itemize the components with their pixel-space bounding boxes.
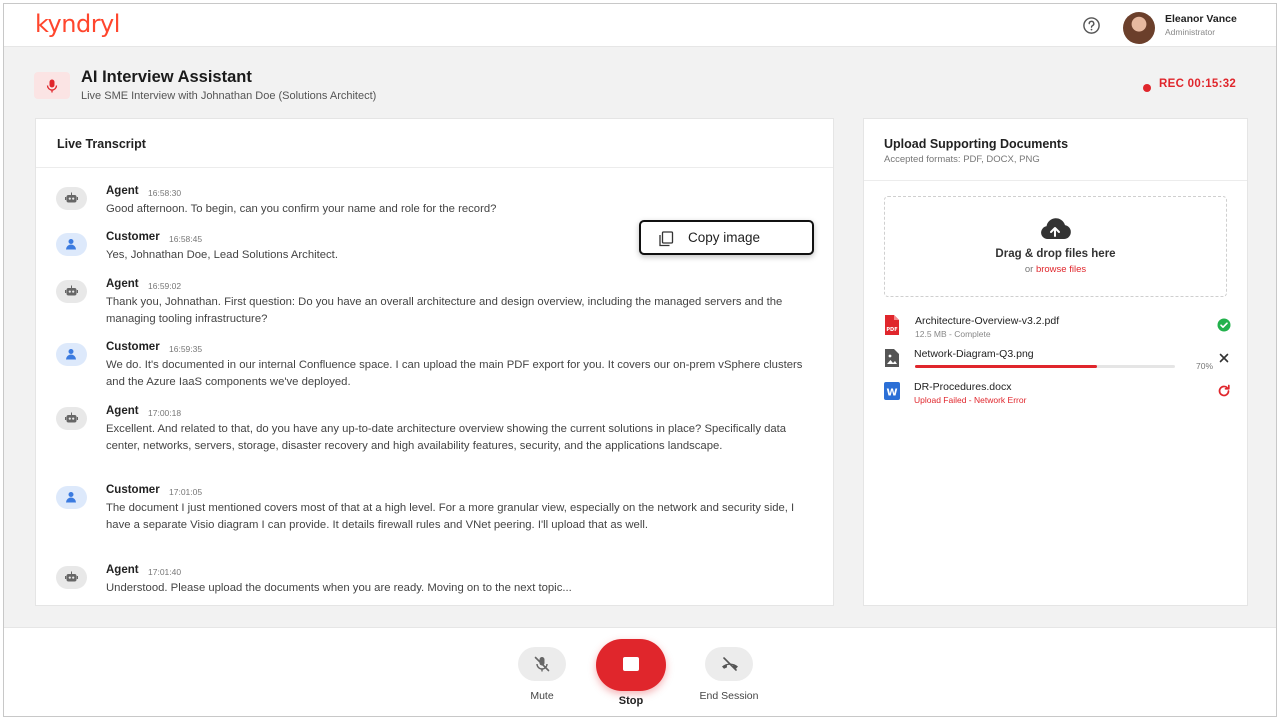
image-file-icon	[885, 349, 899, 367]
speaker-name: Agent	[106, 185, 139, 197]
customer-avatar	[56, 486, 87, 509]
app-window: kyndryl Eleanor Vance Administrator AI I…	[3, 3, 1277, 717]
dropzone-title: Drag & drop files here	[995, 248, 1116, 260]
end-session-label: End Session	[699, 690, 759, 702]
stop-icon	[623, 657, 639, 671]
close-icon[interactable]	[1217, 351, 1231, 365]
user-icon	[66, 349, 76, 360]
help-icon[interactable]	[1082, 16, 1101, 35]
copy-icon	[659, 231, 674, 247]
message-time: 17:00:18	[148, 408, 182, 418]
upload-formats: Accepted formats: PDF, DOCX, PNG	[884, 154, 1040, 165]
customer-avatar	[56, 343, 87, 366]
message-time: 16:59:02	[148, 281, 182, 291]
speaker-name: Agent	[106, 278, 139, 290]
file-item: Network-Diagram-Q3.png 70%	[883, 348, 1231, 378]
message-time: 16:58:45	[169, 234, 203, 244]
robot-icon	[65, 571, 78, 582]
upload-title: Upload Supporting Documents	[884, 137, 1069, 151]
user-role: Administrator	[1165, 27, 1216, 37]
dropzone-subtitle: or browse files	[885, 264, 1226, 275]
mute-control[interactable]: Mute	[508, 647, 576, 702]
dropzone-or: or	[1024, 264, 1036, 275]
kyndryl-logo[interactable]: kyndryl	[35, 10, 120, 38]
upload-progress-percent: 70%	[1196, 361, 1214, 371]
agent-avatar	[56, 187, 87, 210]
speaker-name: Customer	[106, 231, 160, 243]
user-icon	[66, 239, 76, 250]
transcript-title: Live Transcript	[57, 137, 146, 151]
stop-button[interactable]	[596, 639, 666, 691]
message-text: Excellent. And related to that, do you h…	[106, 423, 787, 452]
recording-timer: REC 00:15:32	[1159, 78, 1237, 90]
agent-avatar	[56, 407, 87, 430]
copy-image-popup[interactable]: Copy image	[639, 220, 814, 255]
file-dropzone[interactable]: Drag & drop files here or browse files	[884, 196, 1227, 297]
message-time: 17:01:40	[148, 567, 182, 577]
mic-off-icon	[534, 656, 550, 672]
recording-dot	[1143, 84, 1151, 92]
mute-button[interactable]	[518, 647, 566, 681]
browse-files-link[interactable]: browse files	[1036, 264, 1086, 275]
message-time: 16:59:35	[169, 344, 203, 354]
upload-panel: Upload Supporting Documents Accepted for…	[863, 118, 1248, 606]
session-subtitle: Live SME Interview with Johnathan Doe (S…	[81, 90, 377, 102]
pdf-file-icon: PDF	[885, 315, 899, 335]
agent-avatar	[56, 566, 87, 589]
speaker-name: Agent	[106, 564, 139, 576]
message-text: Understood. Please upload the documents …	[106, 582, 572, 594]
file-status: 12.5 MB - Complete	[915, 329, 991, 339]
message-time: 16:58:30	[148, 188, 182, 198]
message-text: Good afternoon. To begin, can you confir…	[106, 203, 497, 215]
mic-icon	[46, 79, 58, 93]
message-text: The document I just mentioned covers mos…	[106, 502, 795, 531]
mute-label: Mute	[530, 690, 554, 702]
message-time: 17:01:05	[169, 487, 203, 497]
speaker-name: Customer	[106, 484, 160, 496]
copy-image-label: Copy image	[688, 230, 761, 245]
word-file-icon: W	[884, 382, 900, 400]
file-status: Upload Failed - Network Error	[914, 395, 1027, 405]
divider	[864, 180, 1247, 181]
cloud-upload-icon	[1041, 218, 1071, 239]
user-avatar[interactable]	[1123, 12, 1155, 44]
file-name: Network-Diagram-Q3.png	[914, 348, 1034, 360]
speaker-name: Agent	[106, 405, 139, 417]
speaker-name: Customer	[106, 341, 160, 353]
file-name: DR-Procedures.docx	[914, 381, 1012, 393]
message-text: Thank you, Johnathan. First question: Do…	[106, 296, 783, 325]
end-session-control[interactable]: End Session	[687, 647, 771, 702]
end-call-icon	[722, 657, 738, 671]
user-icon	[66, 492, 76, 503]
robot-icon	[65, 192, 78, 203]
customer-avatar	[56, 233, 87, 256]
check-circle-icon	[1217, 318, 1231, 332]
divider	[36, 167, 833, 168]
robot-icon	[65, 412, 78, 423]
transcript-panel: Live Transcript Agent 16:58:30 Good afte…	[35, 118, 834, 606]
message-text: We do. It's documented in our internal C…	[106, 359, 803, 388]
robot-icon	[65, 285, 78, 296]
file-name: Architecture-Overview-v3.2.pdf	[915, 315, 1060, 327]
session-title: AI Interview Assistant	[81, 68, 252, 86]
end-session-button[interactable]	[705, 647, 753, 681]
file-item: W DR-Procedures.docx Upload Failed - Net…	[883, 381, 1231, 411]
svg-text:W: W	[886, 388, 897, 399]
upload-progress-fill	[915, 365, 1097, 368]
stop-label: Stop	[618, 695, 644, 707]
user-name: Eleanor Vance	[1165, 13, 1237, 25]
upload-progress-bar	[915, 365, 1175, 368]
agent-avatar	[56, 280, 87, 303]
retry-icon[interactable]	[1217, 384, 1231, 398]
file-item: PDF Architecture-Overview-v3.2.pdf 12.5 …	[883, 315, 1231, 345]
mic-badge	[34, 72, 70, 99]
svg-text:PDF: PDF	[886, 327, 897, 333]
top-bar: kyndryl Eleanor Vance Administrator	[4, 4, 1276, 47]
